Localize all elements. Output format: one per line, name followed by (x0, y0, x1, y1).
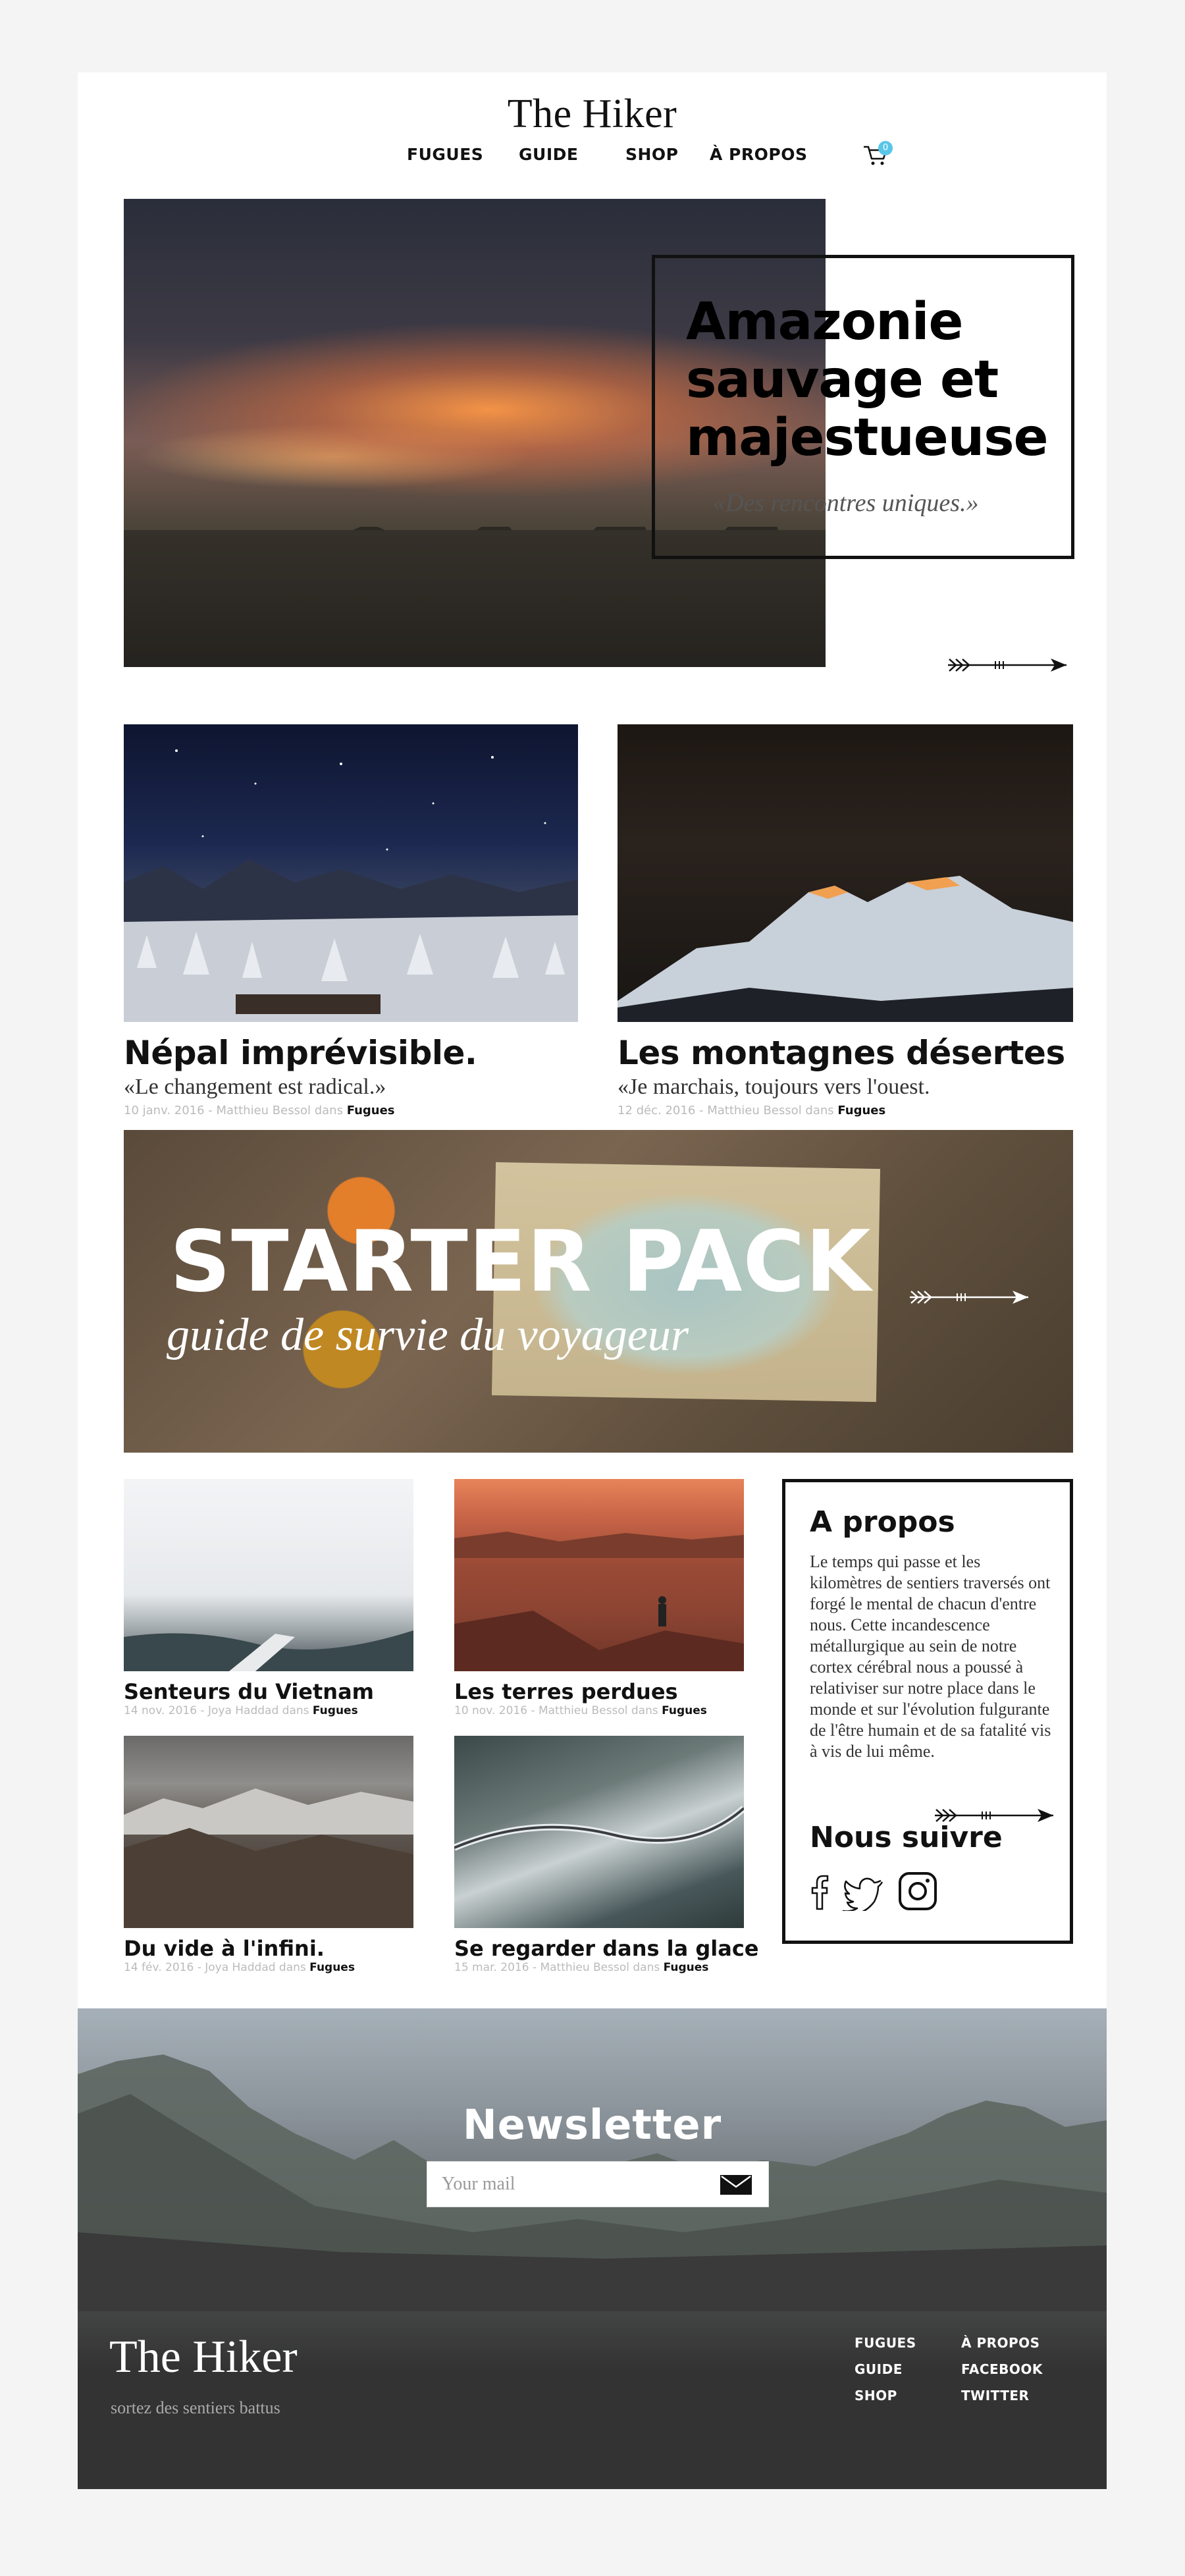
banner-arrow-icon[interactable] (908, 1287, 1034, 1307)
ridge-decoration (124, 1788, 413, 1928)
newsletter-title: Newsletter (462, 2101, 722, 2149)
fog-decoration (124, 1630, 413, 1671)
article-category-link[interactable]: Fugues (837, 1104, 885, 1117)
article-image-vietnam[interactable] (124, 1479, 413, 1671)
road-decoration (454, 1806, 744, 1851)
footer-link-fugues[interactable]: FUGUES (855, 2335, 916, 2351)
cart-count-badge: 0 (878, 141, 893, 155)
footer-tagline: sortez des sentiers battus (111, 2398, 280, 2417)
facebook-icon[interactable] (810, 1873, 830, 1910)
article-title-glace[interactable]: Se regarder dans la glace (454, 1936, 759, 1961)
footer-link-facebook[interactable]: FACEBOOK (961, 2361, 1043, 2377)
article-category-link[interactable]: Fugues (662, 1704, 707, 1717)
nav-item-shop[interactable]: SHOP (625, 145, 679, 164)
footer-link-a-propos[interactable]: À PROPOS (961, 2335, 1040, 2351)
site-logo[interactable]: The Hiker (78, 91, 1107, 138)
send-mail-icon[interactable] (720, 2174, 752, 2195)
article-category-link[interactable]: Fugues (313, 1704, 358, 1717)
article-meta-nepal: 10 janv. 2016 - Matthieu Bessol dans Fug… (124, 1104, 395, 1117)
nav-item-guide[interactable]: GUIDE (519, 145, 578, 164)
article-title-nepal[interactable]: Népal imprévisible. (124, 1034, 477, 1072)
hero-arrow-icon[interactable] (947, 655, 1072, 675)
article-title-montagnes[interactable]: Les montagnes désertes (618, 1034, 1065, 1072)
article-title-vietnam[interactable]: Senteurs du Vietnam (124, 1679, 374, 1704)
stars-decoration (124, 749, 578, 1022)
article-image-nepal[interactable] (124, 724, 578, 1022)
article-meta-glace: 15 mar. 2016 - Matthieu Bessol dans Fugu… (454, 1961, 709, 1974)
article-image-montagnes[interactable] (618, 724, 1073, 1022)
nav-item-a-propos[interactable]: À PROPOS (710, 145, 807, 164)
article-category-link[interactable]: Fugues (309, 1961, 355, 1974)
article-meta-terres: 10 nov. 2016 - Matthieu Bessol dans Fugu… (454, 1704, 707, 1717)
footer-link-guide[interactable]: GUIDE (855, 2361, 903, 2377)
newsletter-email-input[interactable]: Your mail (427, 2161, 769, 2207)
about-text: Le temps qui passe et les kilomètres de … (810, 1552, 1051, 1761)
article-title-vide[interactable]: Du vide à l'infini. (124, 1936, 325, 1961)
nav-item-fugues[interactable]: FUGUES (407, 145, 483, 164)
footer-logo[interactable]: The Hiker (109, 2331, 298, 2384)
banner-subtitle: guide de survie du voyageur (167, 1310, 689, 1360)
article-title-terres[interactable]: Les terres perdues (454, 1679, 678, 1704)
article-meta-vide: 14 fév. 2016 - Joya Haddad dans Fugues (124, 1961, 355, 1974)
article-meta-montagnes: 12 déc. 2016 - Matthieu Bessol dans Fugu… (618, 1104, 886, 1117)
canyon-decoration (454, 1532, 744, 1671)
hero-subtitle: «Des rencontres uniques.» (713, 489, 979, 517)
banner-title[interactable]: STARTER PACK (170, 1213, 872, 1311)
footer-link-twitter[interactable]: TWITTER (961, 2388, 1029, 2403)
article-image-terres[interactable] (454, 1479, 744, 1671)
mountain-decoration (618, 876, 1073, 1022)
hero-title[interactable]: Amazonie sauvage et majestueuse (686, 293, 1055, 467)
article-image-vide[interactable] (124, 1736, 413, 1928)
article-meta-vietnam: 14 nov. 2016 - Joya Haddad dans Fugues (124, 1704, 358, 1717)
article-subtitle-nepal: «Le changement est radical.» (124, 1075, 386, 1099)
about-title: A propos (810, 1505, 955, 1539)
article-category-link[interactable]: Fugues (347, 1104, 395, 1117)
page-container: The Hiker FUGUES GUIDE SHOP À PROPOS 0 A… (78, 72, 1107, 2489)
footer-link-shop[interactable]: SHOP (855, 2388, 897, 2403)
instagram-icon[interactable] (898, 1871, 937, 1911)
follow-title: Nous suivre (810, 1821, 1003, 1854)
twitter-icon[interactable] (841, 1875, 883, 1911)
article-subtitle-montagnes: «Je marchais, toujours vers l'ouest. (618, 1075, 930, 1099)
article-category-link[interactable]: Fugues (664, 1961, 709, 1974)
article-image-glace[interactable] (454, 1736, 744, 1928)
